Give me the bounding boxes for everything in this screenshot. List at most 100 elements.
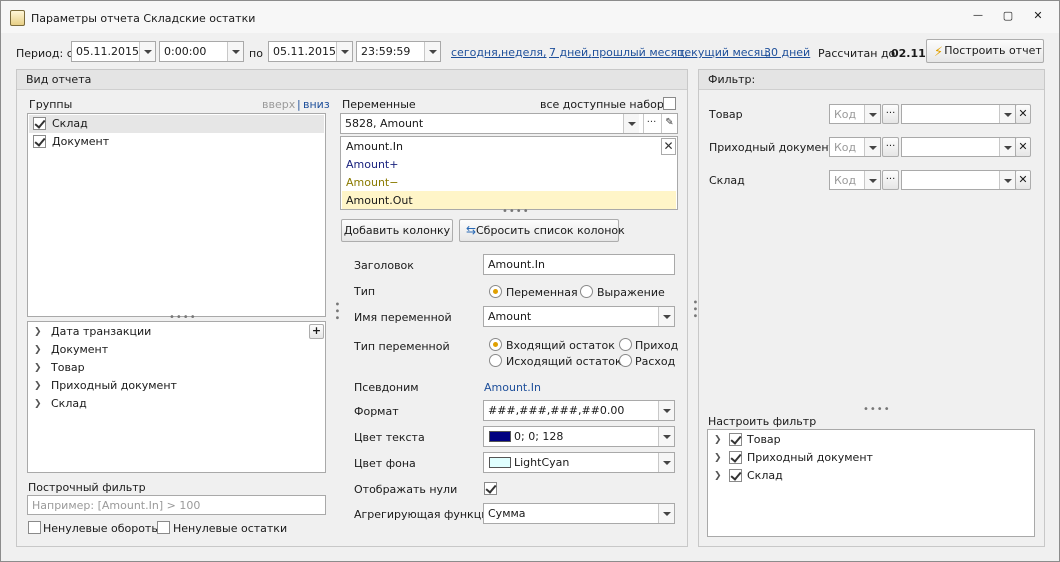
remove-variable-icon[interactable]: ✕	[661, 138, 676, 155]
quick-last-month-link[interactable]: прошлый месяц,	[592, 46, 688, 59]
lightning-icon: ⚡	[934, 45, 944, 60]
groups-list[interactable]: Склад Документ	[27, 113, 326, 317]
expand-icon[interactable]: ❯	[714, 431, 722, 449]
filter-code-input[interactable]: Код	[829, 104, 881, 124]
tree-label: Товар	[747, 433, 781, 446]
list-item[interactable]: Документ	[29, 133, 324, 151]
format-select[interactable]: ###,###,###,##0.00	[483, 400, 675, 421]
filter-more-button[interactable]: ···	[882, 137, 899, 157]
variables-list[interactable]: Amount.In ✕ Amount+ Amount− Amount.Out	[340, 136, 678, 210]
chevron-down-icon[interactable]	[658, 504, 674, 523]
checkbox[interactable]	[33, 117, 46, 130]
field-label: Склад	[51, 397, 87, 410]
text-color-select[interactable]: 0; 0; 128	[483, 426, 675, 447]
chevron-down-icon[interactable]	[139, 42, 155, 61]
list-item[interactable]: Склад	[29, 115, 324, 133]
expand-icon[interactable]: ❯	[34, 359, 42, 377]
vt-expense-radio[interactable]	[619, 354, 632, 367]
filter-code-input[interactable]: Код	[829, 170, 881, 190]
filter-clear-button[interactable]: ✕	[1015, 137, 1031, 157]
splitter-handle[interactable]: ••••	[863, 404, 891, 415]
reset-columns-label: Сбросить список колонок	[476, 224, 625, 237]
alias-value[interactable]: Amount.In	[484, 381, 541, 394]
expand-icon[interactable]: ❯	[34, 395, 42, 413]
filter-value-select[interactable]	[901, 170, 1016, 190]
available-fields-list[interactable]: + ❯ Дата транзакции ❯ Документ ❯ Товар ❯…	[27, 321, 326, 473]
expand-icon[interactable]: ❯	[34, 341, 42, 359]
row-filter-input[interactable]: Например: [Amount.In] > 100	[27, 495, 326, 515]
var-name-select[interactable]: Amount	[483, 306, 675, 327]
chevron-down-icon[interactable]	[999, 171, 1015, 189]
filter-code-placeholder: Код	[834, 108, 857, 121]
splitter-handle[interactable]: ••••	[502, 206, 530, 217]
var-name-label: Имя переменной	[354, 311, 452, 324]
quick-today-link[interactable]: сегодня,	[451, 46, 501, 59]
type-variable-radio[interactable]	[489, 285, 502, 298]
show-zero-checkbox[interactable]	[484, 482, 497, 495]
chevron-down-icon[interactable]	[864, 138, 880, 156]
move-up-link[interactable]: вверх	[262, 98, 295, 111]
checkbox[interactable]	[729, 469, 742, 482]
build-report-button[interactable]: ⚡ Построить отчет	[926, 39, 1044, 63]
list-item[interactable]: Amount+	[342, 155, 398, 173]
all-sets-checkbox[interactable]	[663, 97, 676, 110]
chevron-down-icon[interactable]	[424, 42, 440, 61]
chevron-down-icon[interactable]	[623, 114, 639, 133]
chevron-down-icon[interactable]	[336, 42, 352, 61]
chevron-down-icon[interactable]	[999, 105, 1015, 123]
filter-clear-button[interactable]: ✕	[1015, 170, 1031, 190]
from-date-field[interactable]: 05.11.2015	[71, 41, 156, 62]
add-field-button[interactable]: +	[309, 324, 324, 339]
chevron-down-icon[interactable]	[999, 138, 1015, 156]
checkbox[interactable]	[729, 433, 742, 446]
expand-icon[interactable]: ❯	[34, 323, 42, 341]
filter-more-button[interactable]: ···	[882, 104, 899, 124]
filter-clear-button[interactable]: ✕	[1015, 104, 1031, 124]
filter-code-input[interactable]: Код	[829, 137, 881, 157]
variable-set-select[interactable]: 5828, Amount ··· ✎	[340, 113, 678, 134]
chevron-down-icon[interactable]	[227, 42, 243, 61]
maximize-icon[interactable]: ▢	[1001, 9, 1015, 22]
filter-tree[interactable]: ❯ Товар ❯ Приходный документ ❯ Склад	[707, 429, 1035, 537]
filter-more-button[interactable]: ···	[882, 170, 899, 190]
filter-value-select[interactable]	[901, 104, 1016, 124]
vt-outgoing-radio[interactable]	[489, 354, 502, 367]
chevron-down-icon[interactable]	[864, 171, 880, 189]
type-expression-radio[interactable]	[580, 285, 593, 298]
quick-week-link[interactable]: неделя,	[501, 46, 546, 59]
chevron-down-icon[interactable]	[658, 401, 674, 420]
vt-incoming-radio[interactable]	[489, 338, 502, 351]
nonzero-balance-checkbox[interactable]	[157, 521, 170, 534]
reset-columns-button[interactable]: ⇆ Сбросить список колонок	[459, 219, 625, 242]
move-down-link[interactable]: вниз	[303, 98, 330, 111]
expand-icon[interactable]: ❯	[34, 377, 42, 395]
quick-7days-link[interactable]: 7 дней,	[549, 46, 592, 59]
header-input[interactable]: Amount.In	[483, 254, 675, 275]
close-icon[interactable]: ✕	[1031, 9, 1045, 22]
quick-current-month-link[interactable]: текущий месяц,	[678, 46, 771, 59]
list-item[interactable]: Amount.In	[342, 137, 676, 155]
vt-income-radio[interactable]	[619, 338, 632, 351]
filter-value-select[interactable]	[901, 137, 1016, 157]
nonzero-turnover-checkbox[interactable]	[28, 521, 41, 534]
vertical-splitter-handle[interactable]: •••	[331, 301, 342, 322]
bg-color-select[interactable]: LightCyan	[483, 452, 675, 473]
expand-icon[interactable]: ❯	[714, 449, 722, 467]
chevron-down-icon[interactable]	[658, 427, 674, 446]
expand-icon[interactable]: ❯	[714, 467, 722, 485]
chevron-down-icon[interactable]	[658, 453, 674, 472]
minimize-icon[interactable]: —	[971, 10, 985, 21]
agg-select[interactable]: Сумма	[483, 503, 675, 524]
to-time-field[interactable]: 23:59:59	[356, 41, 441, 62]
more-button[interactable]: ···	[643, 114, 659, 133]
chevron-down-icon[interactable]	[658, 307, 674, 326]
from-time-field[interactable]: 0:00:00	[159, 41, 244, 62]
checkbox[interactable]	[729, 451, 742, 464]
add-column-button[interactable]: Добавить колонку	[341, 219, 453, 242]
checkbox[interactable]	[33, 135, 46, 148]
list-item[interactable]: Amount−	[342, 173, 398, 191]
to-date-field[interactable]: 05.11.2015	[268, 41, 353, 62]
chevron-down-icon[interactable]	[864, 105, 880, 123]
quick-30days-link[interactable]: 30 дней	[764, 46, 810, 59]
edit-icon[interactable]: ✎	[661, 114, 677, 133]
